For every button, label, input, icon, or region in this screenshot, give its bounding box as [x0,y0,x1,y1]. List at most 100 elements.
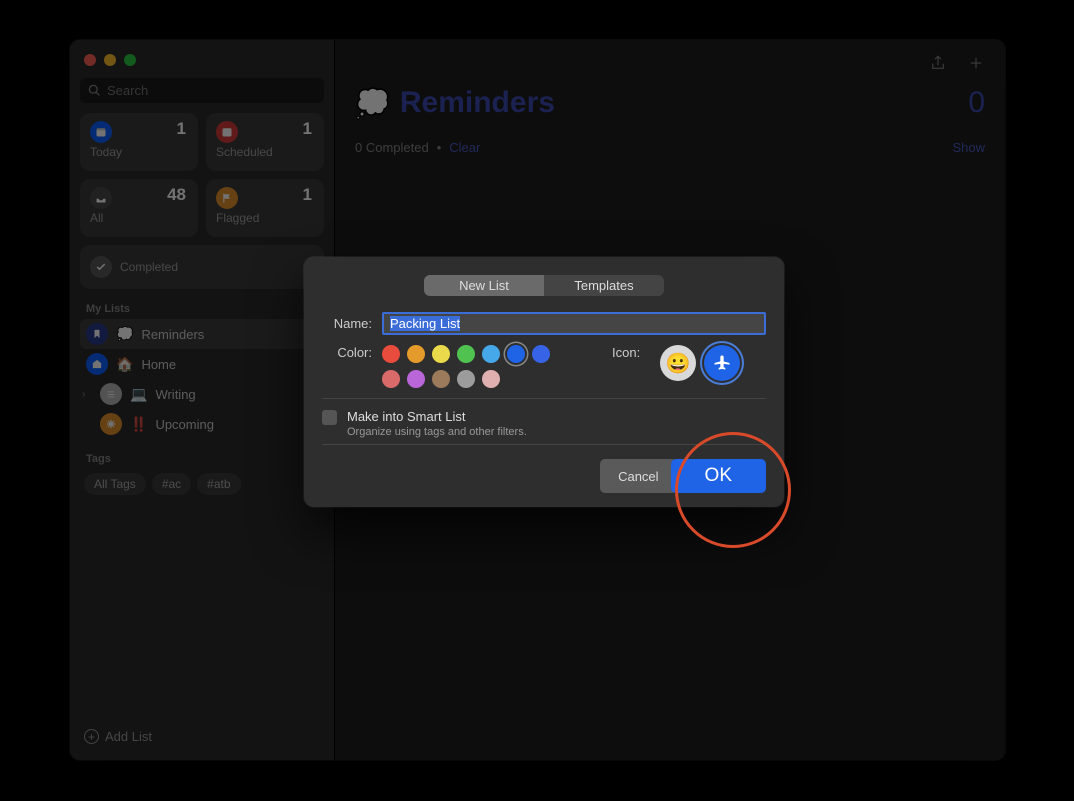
list-title-emoji: 💭 [355,87,390,120]
close-icon[interactable] [84,54,96,66]
list-row-writing[interactable]: › 💻 Writing [80,379,324,409]
color-swatches [382,345,572,388]
card-scheduled[interactable]: 1 Scheduled [206,113,324,171]
smart-list-checkbox[interactable] [322,410,337,425]
color-swatch[interactable] [507,345,525,363]
cancel-button[interactable]: Cancel [600,459,676,493]
card-all[interactable]: 48 All [80,179,198,237]
name-label: Name: [322,316,372,331]
smart-list-title: Make into Smart List [347,409,527,424]
list-count: 0 [968,86,985,120]
color-swatch[interactable] [382,370,400,388]
smart-list-subtitle: Organize using tags and other filters. [347,426,527,438]
completed-count: 0 Completed [355,140,429,155]
color-swatch[interactable] [457,370,475,388]
title-row: 💭 Reminders [355,86,985,120]
list-name: Home [141,357,176,372]
color-swatch[interactable] [407,345,425,363]
card-label: All [90,211,188,225]
minimize-icon[interactable] [104,54,116,66]
search-input[interactable] [107,83,316,98]
color-icon-row: Color: Icon: 😀 [322,345,766,388]
color-swatch[interactable] [482,370,500,388]
sidebar: 1 Today 1 Scheduled 48 All [70,40,335,760]
checkmark-icon [90,256,112,278]
color-label: Color: [322,345,372,360]
clear-button[interactable]: Clear [449,140,480,155]
list-row-reminders[interactable]: 💭 Reminders [80,319,324,349]
card-label: Today [90,145,188,159]
tray-icon [90,187,112,209]
divider [322,444,766,445]
search-icon [88,84,101,97]
name-row: Name: [322,312,766,335]
smart-list-row: Make into Smart List Organize using tags… [322,409,766,438]
section-my-lists: My Lists [86,303,324,315]
my-lists: 💭 Reminders 🏠 Home › 💻 Writing ‼️ Upcomi… [80,319,324,439]
list-emoji: 💻 [130,386,147,403]
search-field[interactable] [80,78,324,103]
color-swatch[interactable] [382,345,400,363]
color-swatch[interactable] [432,345,450,363]
list-name: Writing [155,387,195,402]
calendar-icon [216,121,238,143]
tag-all[interactable]: All Tags [84,473,146,495]
show-button[interactable]: Show [952,140,985,155]
new-list-dialog: New List Templates Name: Color: Icon: 😀 … [304,257,784,507]
icon-option-emoji[interactable]: 😀 [660,345,696,381]
tab-new-list[interactable]: New List [424,275,544,296]
house-icon [86,353,108,375]
separator: • [437,140,442,155]
color-swatch[interactable] [482,345,500,363]
flag-icon [216,187,238,209]
list-name: Reminders [141,327,204,342]
list-emoji: 🏠 [116,356,133,373]
name-input[interactable] [382,312,766,335]
window-controls [80,50,324,78]
divider [322,398,766,399]
add-button[interactable] [967,54,985,77]
card-flagged[interactable]: 1 Flagged [206,179,324,237]
ok-button[interactable]: OK [671,459,766,493]
completed-row: 0 Completed • Clear Show [355,140,985,155]
card-count: 48 [167,185,186,205]
list-row-home[interactable]: 🏠 Home [80,349,324,379]
icon-label: Icon: [612,345,640,360]
list-emoji: 💭 [116,326,133,343]
icon-option-airplane[interactable] [704,345,740,381]
section-tags: Tags [86,453,324,465]
calendar-today-icon [90,121,112,143]
card-label: Flagged [216,211,314,225]
card-today[interactable]: 1 Today [80,113,198,171]
tab-templates[interactable]: Templates [544,275,664,296]
card-label: Scheduled [216,145,314,159]
maximize-icon[interactable] [124,54,136,66]
dialog-buttons: Cancel OK [322,459,766,493]
card-count: 1 [303,185,312,205]
tags-container: All Tags #ac #atb [80,469,324,499]
list-icon [100,383,122,405]
share-button[interactable] [929,54,947,77]
card-label: Completed [120,260,178,274]
bookmark-icon [86,323,108,345]
smart-list-cards: 1 Today 1 Scheduled 48 All [80,113,324,289]
card-count: 1 [303,119,312,139]
add-list-label: Add List [105,729,152,744]
tag-item[interactable]: #atb [197,473,240,495]
list-title: Reminders [400,86,555,120]
list-name: Upcoming [155,417,214,432]
list-row-upcoming[interactable]: ‼️ Upcoming [80,409,324,439]
color-swatch[interactable] [532,345,550,363]
card-count: 1 [177,119,186,139]
icon-selector: 😀 [660,345,740,381]
plus-circle-icon: + [84,729,99,744]
card-completed[interactable]: Completed [80,245,324,289]
add-list-button[interactable]: + Add List [80,723,324,750]
color-swatch[interactable] [407,370,425,388]
airplane-icon [712,353,732,373]
color-swatch[interactable] [432,370,450,388]
color-swatch[interactable] [457,345,475,363]
toolbar [929,54,985,77]
chevron-right-icon[interactable]: › [82,389,92,400]
tag-item[interactable]: #ac [152,473,191,495]
